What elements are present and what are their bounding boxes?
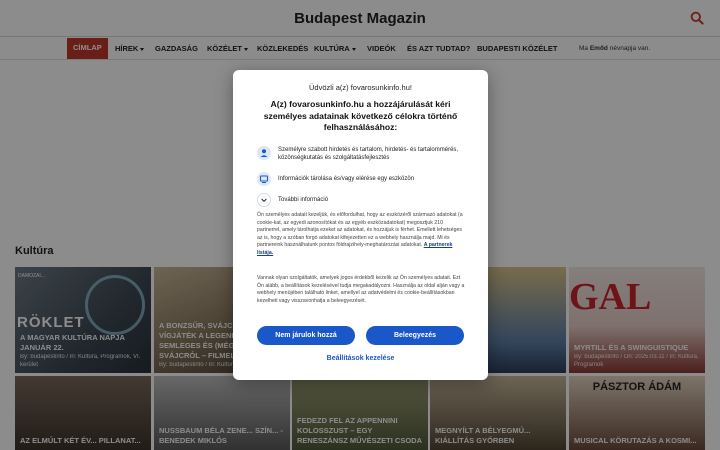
purpose-text: Információk tárolása és/vagy elérése egy… (278, 176, 415, 182)
manage-settings-link[interactable]: Beállítások kezelése (233, 355, 488, 362)
consent-welcome: Üdvözli a(z) fovarosunkinfo.hu! (309, 83, 412, 92)
consent-paragraph-2: Vannak olyan szolgáltatók, amelyek jogos… (257, 275, 465, 304)
accept-button[interactable]: Beleegyezés (366, 326, 464, 345)
more-info-toggle[interactable]: További információ (257, 193, 472, 207)
purpose-text: Személyre szabott hirdetés és tartalom, … (278, 147, 459, 161)
more-info-label: További információ (278, 197, 329, 203)
device-icon (257, 172, 271, 186)
person-icon (257, 146, 271, 160)
consent-heading: A(z) fovarosunkinfo.hu a hozzájárulását … (263, 99, 458, 132)
consent-dialog: Üdvözli a(z) fovarosunkinfo.hu! A(z) fov… (233, 70, 488, 380)
chevron-down-icon[interactable] (257, 193, 271, 207)
purpose-storage: Információk tárolása és/vagy elérése egy… (257, 172, 472, 186)
decline-button[interactable]: Nem járulok hozzá (257, 326, 355, 345)
purpose-personalized: Személyre szabott hirdetés és tartalom, … (257, 146, 472, 166)
consent-paragraph-1: Ön személyes adatait kezeljük, és előfor… (257, 212, 465, 258)
